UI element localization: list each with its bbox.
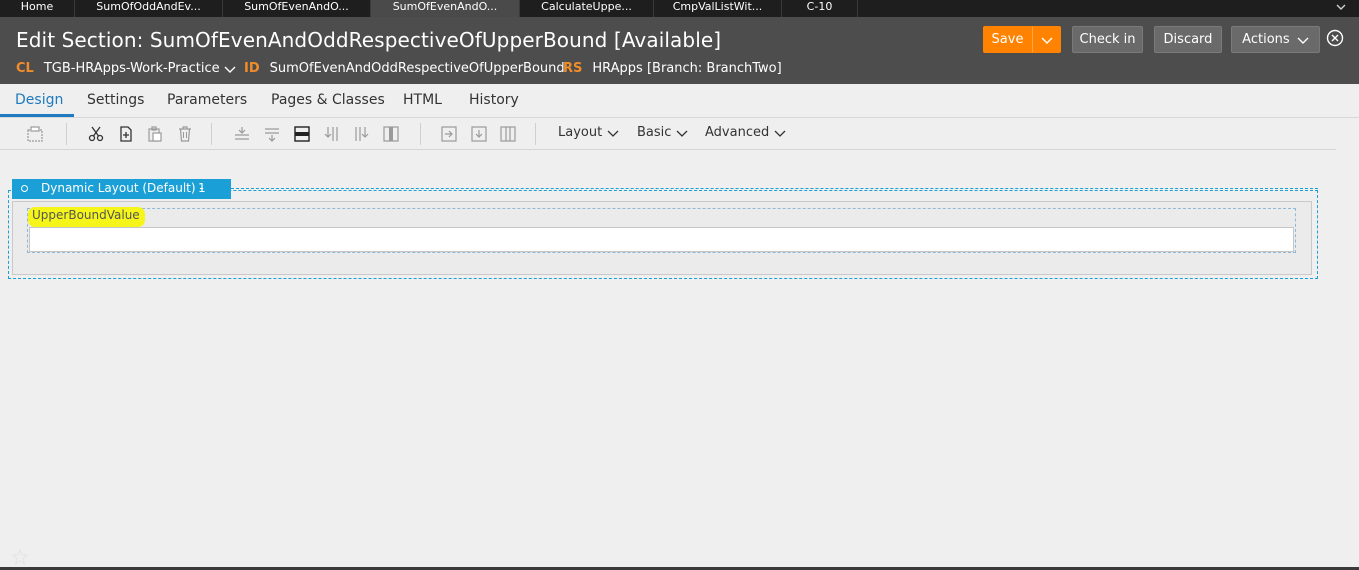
tab-home[interactable]: Home [0,0,75,17]
check-in-button[interactable]: Check in [1072,26,1143,53]
upper-bound-value-input[interactable] [29,227,1294,252]
tab-html[interactable]: HTML [403,92,442,108]
advanced-menu[interactable]: Advanced [705,125,786,140]
save-button[interactable]: Save [983,26,1032,53]
discard-button[interactable]: Discard [1154,26,1222,53]
chevron-down-icon [676,130,688,137]
ruleset-value[interactable]: HRApps [Branch: BranchTwo] [592,61,781,76]
layout-number: 1 [198,181,206,195]
tab-history[interactable]: History [469,92,519,108]
chevron-down-icon [1297,37,1309,44]
advanced-menu-label: Advanced [705,125,770,140]
insert-column-before-icon[interactable] [323,125,341,143]
insert-column-after-icon[interactable] [352,125,370,143]
tab-settings[interactable]: Settings [87,92,144,108]
chevron-down-icon [1041,37,1052,44]
active-tab-indicator [0,114,74,117]
basic-menu-label: Basic [637,125,672,140]
tab-sum-of-even-and-odd-active[interactable]: SumOfEvenAndO... [371,0,520,17]
field-label: UpperBoundValue [28,207,145,227]
cut-icon[interactable] [87,125,105,143]
delete-icon[interactable] [176,125,194,143]
rule-form-tabs: Design Settings Parameters Pages & Class… [0,84,1359,118]
id-info: ID SumOfEvenAndOddRespectiveOfUpperBound [244,61,565,76]
split-cell-icon[interactable] [499,125,517,143]
layout-properties-icon[interactable] [26,125,44,143]
chevron-down-icon[interactable] [1335,1,1347,13]
document-tab-strip: Home SumOfOddAndEv... SumOfEvenAndO... S… [0,0,1359,17]
close-icon[interactable] [1326,29,1344,47]
save-options-button[interactable] [1032,26,1061,53]
ruleset-info: RS HRApps [Branch: BranchTwo] [563,61,782,76]
tab-sum-of-even-and-odd-1[interactable]: SumOfEvenAndO... [223,0,371,17]
design-toolbar: Layout Basic Advanced [0,118,1336,150]
merge-down-icon[interactable] [470,125,488,143]
toolbar-divider [535,123,536,145]
toolbar-divider [66,123,67,145]
layout-select-radio-icon[interactable] [21,185,28,192]
basic-menu[interactable]: Basic [637,125,688,140]
dynamic-layout-header[interactable]: Dynamic Layout (Default) - 1 [12,179,231,199]
tab-parameters[interactable]: Parameters [167,92,247,108]
layout-menu[interactable]: Layout [558,125,619,140]
rule-header: Edit Section: SumOfEvenAndOddRespectiveO… [0,17,1359,84]
class-value[interactable]: TGB-HRApps-Work-Practice [44,61,220,76]
insert-row-above-icon[interactable] [233,125,251,143]
layout-menu-label: Layout [558,125,603,140]
merge-right-icon[interactable] [440,125,458,143]
layout-boundary [231,188,1318,189]
insert-row-below-icon[interactable] [263,125,281,143]
toolbar-divider [211,123,212,145]
paste-icon[interactable] [146,125,164,143]
class-info: CL TGB-HRApps-Work-Practice [16,61,236,76]
delete-column-icon[interactable] [382,125,400,143]
star-icon [11,548,29,566]
ruleset-key: RS [563,61,583,76]
layout-name: Dynamic Layout (Default) - [41,181,204,195]
actions-button[interactable]: Actions [1231,26,1320,53]
chevron-down-icon [774,130,786,137]
tab-design[interactable]: Design [15,92,63,108]
delete-row-icon[interactable] [293,125,311,143]
id-key: ID [244,61,260,76]
tab-sum-of-odd-and-even[interactable]: SumOfOddAndEv... [75,0,223,17]
actions-label: Actions [1242,32,1290,47]
class-key: CL [16,61,34,76]
tab-pages-and-classes[interactable]: Pages & Classes [271,92,385,108]
page-title: Edit Section: SumOfEvenAndOddRespectiveO… [16,28,722,52]
tab-c-10[interactable]: C-10 [782,0,858,17]
tab-cmp-val-list[interactable]: CmpValListWit... [654,0,782,17]
copy-icon[interactable] [117,125,135,143]
chevron-down-icon [607,130,619,137]
id-value: SumOfEvenAndOddRespectiveOfUpperBound [269,61,565,76]
toolbar-divider [420,123,421,145]
chevron-down-icon[interactable] [224,64,236,74]
tab-calculate-upper[interactable]: CalculateUppe... [520,0,654,17]
